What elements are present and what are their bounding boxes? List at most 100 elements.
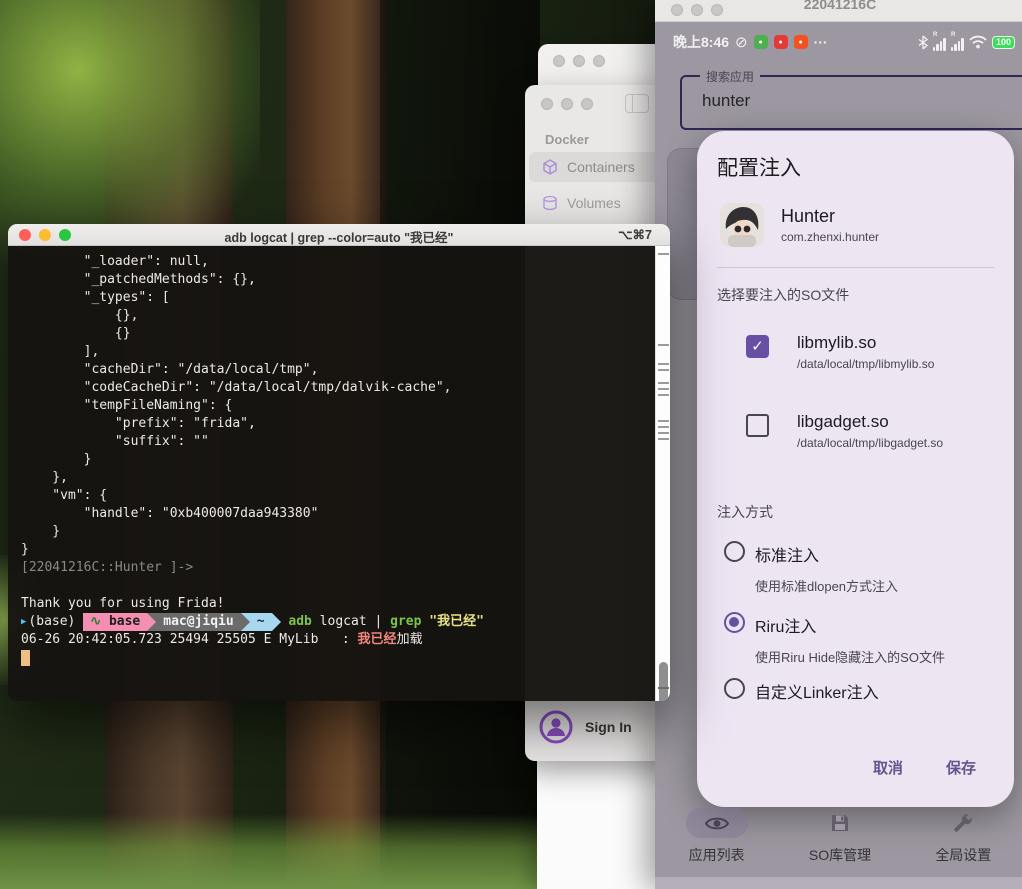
so-file-name: libmylib.so <box>797 333 934 353</box>
terminal-tab-shortcut: ⌥⌘7 <box>618 227 652 242</box>
terminal-line: "vm": { <box>21 487 670 505</box>
terminal-line: "_loader": null, <box>21 253 670 271</box>
method-description: 使用Riru Hide隐藏注入的SO文件 <box>755 647 945 666</box>
sidebar-item-containers[interactable]: Containers <box>529 152 673 182</box>
checkbox-unchecked[interactable] <box>746 414 769 437</box>
nav-item-so-library[interactable]: SO库管理 <box>778 802 901 888</box>
so-file-path: /data/local/tmp/libgadget.so <box>797 436 943 450</box>
terminal-line: ], <box>21 343 670 361</box>
cancel-button[interactable]: 取消 <box>873 757 903 778</box>
terminal-line: "prefix": "frida", <box>21 415 670 433</box>
signal-icon-sim2: R <box>951 33 964 51</box>
zoom-icon[interactable] <box>581 98 593 110</box>
nav-item-app-list[interactable]: 应用列表 <box>655 802 778 888</box>
eye-icon <box>705 815 729 832</box>
status-bar: 晚上8:46 ⊘ ● ● ● ··· R R <box>673 30 1015 54</box>
search-input[interactable]: 搜索应用 hunter <box>680 75 1022 130</box>
checkbox-checked[interactable]: ✓ <box>746 335 769 358</box>
wallpaper-grass <box>0 814 540 889</box>
shell-prompt-line: ▶ (base) ∿ base mac@jiqiu ~ adb logcat |… <box>21 613 670 631</box>
terminal-line: "suffix": "" <box>21 433 670 451</box>
battery-icon: 100 <box>992 36 1015 49</box>
prompt-user-segment: mac@jiqiu <box>156 613 240 631</box>
minimize-icon[interactable] <box>561 98 573 110</box>
zoom-icon[interactable] <box>593 55 605 67</box>
close-icon[interactable] <box>541 98 553 110</box>
command-arg-text: "我已经" <box>421 613 483 631</box>
terminal-line: "codeCacheDir": "/data/local/tmp/dalvik-… <box>21 379 670 397</box>
terminal-line: "_types": [ <box>21 289 670 307</box>
close-icon[interactable] <box>553 55 565 67</box>
notification-app-icon-green: ● <box>754 35 768 49</box>
nav-label: 应用列表 <box>689 845 745 865</box>
method-description: 使用标准dlopen方式注入 <box>755 576 898 595</box>
nav-label: 全局设置 <box>935 845 991 865</box>
status-time: 晚上8:46 <box>673 32 729 52</box>
scrollbar-thumb[interactable] <box>659 662 668 701</box>
nav-label: SO库管理 <box>809 845 871 865</box>
nav-item-global-settings[interactable]: 全局设置 <box>902 802 1022 888</box>
terminal-line: {} <box>21 325 670 343</box>
terminal-blank-line <box>21 577 670 595</box>
minimize-icon[interactable] <box>573 55 585 67</box>
terminal-line: } <box>21 523 670 541</box>
sidebar-item-label: Containers <box>567 159 635 175</box>
search-input-label: 搜索应用 <box>700 68 760 85</box>
containers-cube-icon <box>542 159 558 175</box>
conda-env-prefix: (base) <box>28 613 83 631</box>
terminal-cursor <box>21 650 30 666</box>
prompt-indicator-icon: ▶ <box>21 613 26 631</box>
sidebar-item-volumes[interactable]: Volumes <box>529 188 673 218</box>
command-text: adb <box>281 613 312 631</box>
method-label: 标准注入 <box>755 541 819 566</box>
volumes-icon <box>542 195 558 211</box>
grep-match-text: 我已经 <box>358 632 397 647</box>
phone-mirror-window: 22041216C 晚上8:46 ⊘ ● ● ● ··· R <box>655 0 1022 889</box>
method-option-standard[interactable]: 标准注入 <box>724 541 819 566</box>
wifi-icon <box>969 35 987 49</box>
dialog-title: 配置注入 <box>717 152 801 182</box>
terminal-line: {}, <box>21 307 670 325</box>
terminal-line: "tempFileNaming": { <box>21 397 670 415</box>
dialog-divider <box>717 267 994 268</box>
terminal-line: }, <box>21 469 670 487</box>
notification-app-icon-red: ● <box>774 35 788 49</box>
terminal-titlebar[interactable]: adb logcat | grep --color=auto "我已经" ⌥⌘7 <box>8 224 670 246</box>
logcat-line: 06-26 20:42:05.723 25494 25505 E MyLib :… <box>21 631 670 649</box>
powerline-arrow <box>241 613 250 631</box>
sidebar-toggle-icon[interactable] <box>625 94 649 113</box>
terminal-title: adb logcat | grep --color=auto "我已经" <box>8 227 670 246</box>
sign-in-button[interactable]: Sign In <box>539 710 632 744</box>
command-text: grep <box>390 613 421 631</box>
app-package: com.zhenxi.hunter <box>781 230 879 244</box>
signal-icon-sim1: R <box>933 33 946 51</box>
app-name: Hunter <box>781 206 879 227</box>
app-avatar <box>720 203 764 247</box>
status-more: ··· <box>814 34 828 50</box>
radio-unselected[interactable] <box>724 541 745 562</box>
method-option-custom-linker[interactable]: 自定义Linker注入 <box>724 678 879 703</box>
injection-method-section-label: 注入方式 <box>717 502 773 522</box>
phone-window-titlebar: 22041216C <box>655 0 1022 22</box>
sign-in-label: Sign In <box>585 719 632 735</box>
bottom-navigation: 应用列表 SO库管理 <box>655 802 1022 888</box>
terminal-output[interactable]: "_loader": null, "_patchedMethods": {}, … <box>8 246 670 701</box>
terminal-window: adb logcat | grep --color=auto "我已经" ⌥⌘7… <box>8 224 670 701</box>
terminal-scrollbar[interactable] <box>655 246 670 701</box>
snake-icon: ∿ <box>90 613 101 631</box>
sidebar-item-label: Volumes <box>567 195 621 211</box>
user-avatar-icon <box>539 710 573 744</box>
configure-injection-dialog: 配置注入 Hunter com.zhenxi.hunter 选择要注入的S <box>697 131 1014 807</box>
method-option-riru[interactable]: Riru注入 <box>724 612 816 637</box>
terminal-line: "handle": "0xb400007daa943380" <box>21 505 670 523</box>
save-button[interactable]: 保存 <box>946 757 976 778</box>
terminal-line: "_patchedMethods": {}, <box>21 271 670 289</box>
terminal-line: } <box>21 541 670 559</box>
radio-selected[interactable] <box>724 612 745 633</box>
bluetooth-icon <box>918 35 928 50</box>
save-icon <box>830 813 850 833</box>
so-file-row[interactable]: libgadget.so /data/local/tmp/libgadget.s… <box>746 412 943 450</box>
radio-unselected[interactable] <box>724 678 745 699</box>
so-file-row[interactable]: ✓ libmylib.so /data/local/tmp/libmylib.s… <box>746 333 934 371</box>
terminal-line: "cacheDir": "/data/local/tmp", <box>21 361 670 379</box>
